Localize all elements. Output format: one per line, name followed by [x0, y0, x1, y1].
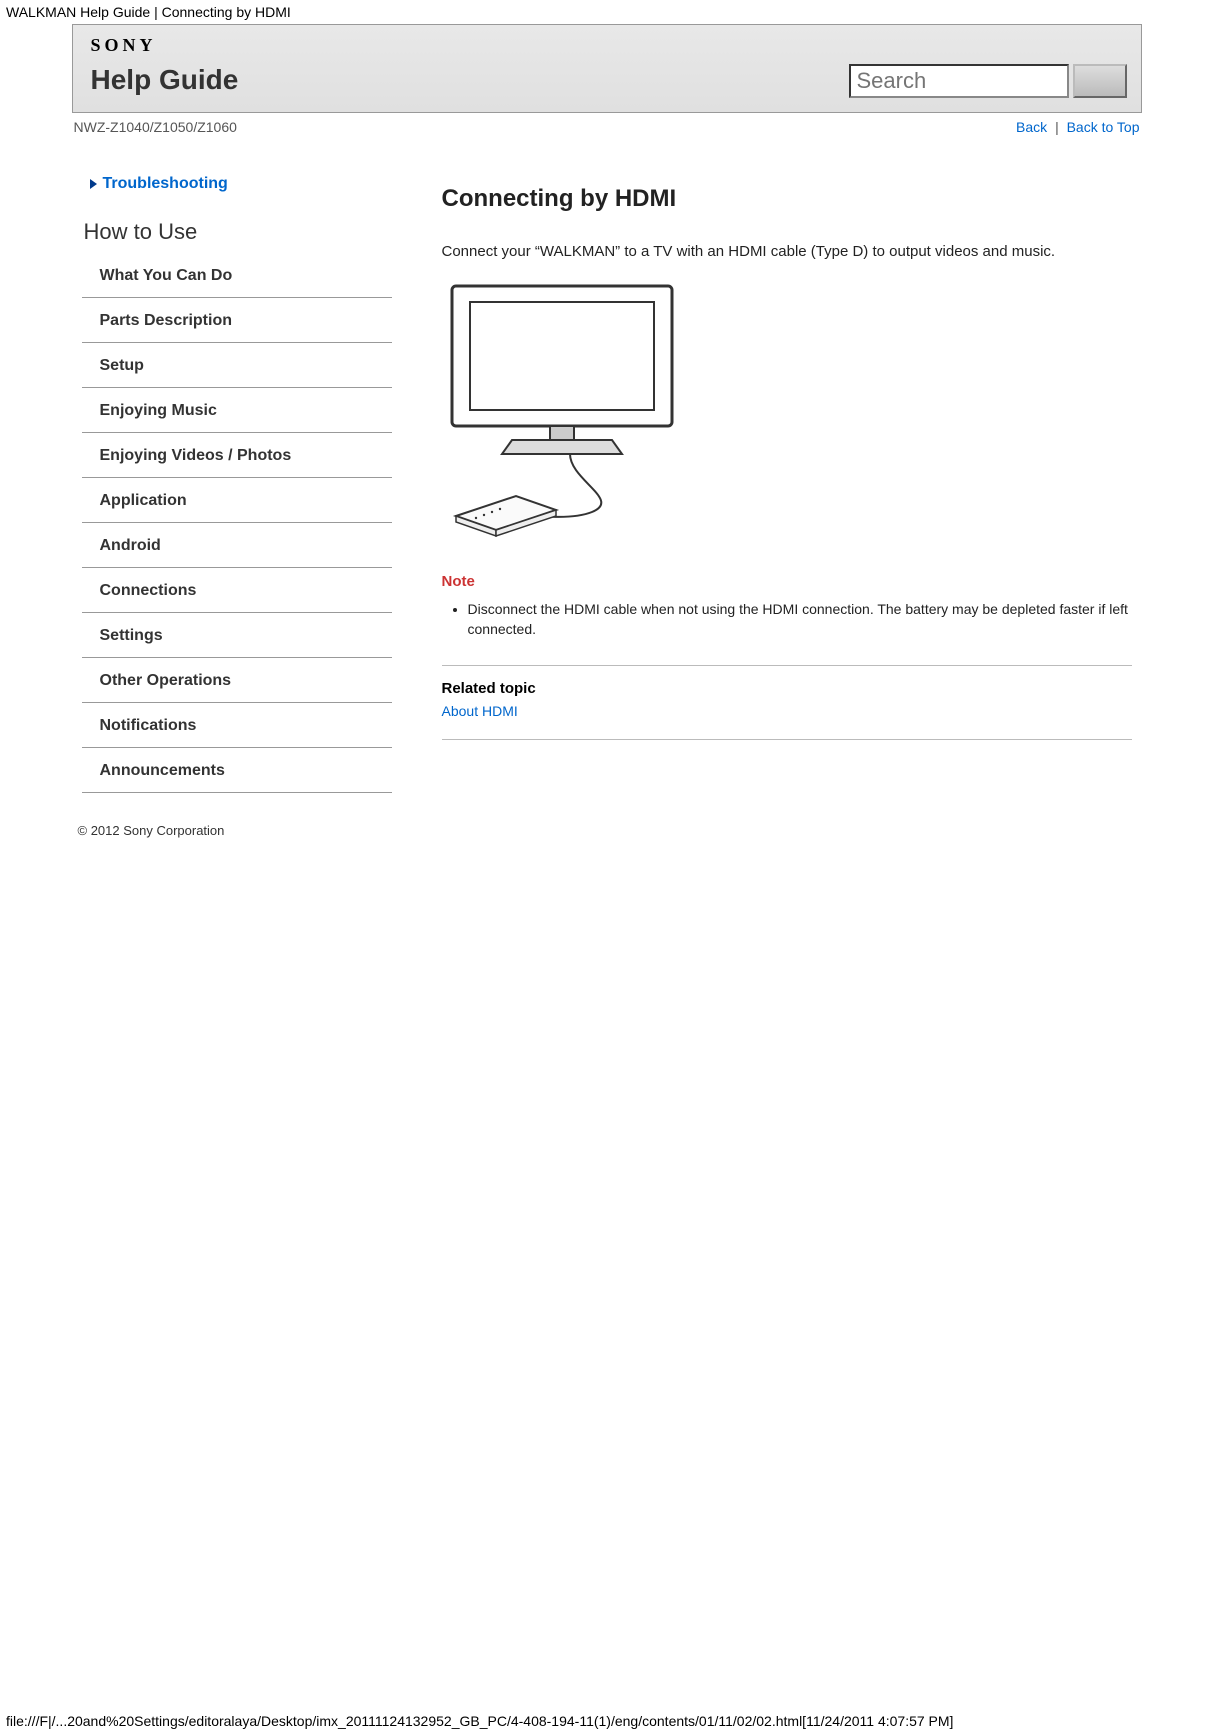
- related-topic-link[interactable]: About HDMI: [442, 703, 518, 719]
- search-container: [849, 64, 1127, 98]
- troubleshooting-link[interactable]: Troubleshooting: [82, 175, 392, 193]
- main-content: Connecting by HDMI Connect your “WALKMAN…: [442, 175, 1132, 793]
- sidebar-item-notifications[interactable]: Notifications: [82, 703, 392, 748]
- sidebar: Troubleshooting How to Use What You Can …: [82, 175, 392, 793]
- note-item: Disconnect the HDMI cable when not using…: [468, 600, 1132, 639]
- hdmi-illustration: [442, 280, 702, 543]
- article-paragraph: Connect your “WALKMAN” to a TV with an H…: [442, 243, 1132, 260]
- search-input[interactable]: [849, 64, 1069, 98]
- sidebar-item-connections[interactable]: Connections: [82, 568, 392, 613]
- sidebar-item-settings[interactable]: Settings: [82, 613, 392, 658]
- howto-heading: How to Use: [82, 219, 392, 253]
- sidebar-item-enjoying-videos-photos[interactable]: Enjoying Videos / Photos: [82, 433, 392, 478]
- sidebar-item-announcements[interactable]: Announcements: [82, 748, 392, 793]
- sidebar-nav-list: What You Can Do Parts Description Setup …: [82, 253, 392, 793]
- troubleshooting-label: Troubleshooting: [103, 175, 228, 193]
- sidebar-item-parts-description[interactable]: Parts Description: [82, 298, 392, 343]
- related-topic-heading: Related topic: [442, 680, 1132, 697]
- footer-file-path: file:///F|/...20and%20Settings/editorala…: [0, 1709, 1213, 1733]
- nav-links-right: Back | Back to Top: [1016, 119, 1139, 135]
- back-to-top-link[interactable]: Back to Top: [1067, 119, 1140, 135]
- sony-logo: SONY: [91, 35, 1123, 56]
- copyright-text: © 2012 Sony Corporation: [72, 793, 1142, 878]
- header-bar: SONY Help Guide: [72, 24, 1142, 113]
- article-title: Connecting by HDMI: [442, 185, 1132, 213]
- separator-top: [442, 665, 1132, 666]
- sidebar-item-setup[interactable]: Setup: [82, 343, 392, 388]
- sidebar-item-android[interactable]: Android: [82, 523, 392, 568]
- back-link[interactable]: Back: [1016, 119, 1047, 135]
- sidebar-item-application[interactable]: Application: [82, 478, 392, 523]
- separator-bottom: [442, 739, 1132, 740]
- search-button[interactable]: [1073, 64, 1127, 98]
- page-container: SONY Help Guide NWZ-Z1040/Z1050/Z1060 Ba…: [72, 24, 1142, 878]
- chevron-right-icon: [90, 179, 97, 189]
- note-heading: Note: [442, 573, 1132, 590]
- sidebar-item-what-you-can-do[interactable]: What You Can Do: [82, 253, 392, 298]
- model-number: NWZ-Z1040/Z1050/Z1060: [74, 119, 237, 135]
- sidebar-item-other-operations[interactable]: Other Operations: [82, 658, 392, 703]
- browser-tab-title: WALKMAN Help Guide | Connecting by HDMI: [0, 0, 1213, 24]
- note-list: Disconnect the HDMI cable when not using…: [442, 600, 1132, 639]
- subheader-row: NWZ-Z1040/Z1050/Z1060 Back | Back to Top: [72, 113, 1142, 175]
- link-separator: |: [1055, 119, 1059, 135]
- sidebar-item-enjoying-music[interactable]: Enjoying Music: [82, 388, 392, 433]
- body-columns: Troubleshooting How to Use What You Can …: [72, 175, 1142, 793]
